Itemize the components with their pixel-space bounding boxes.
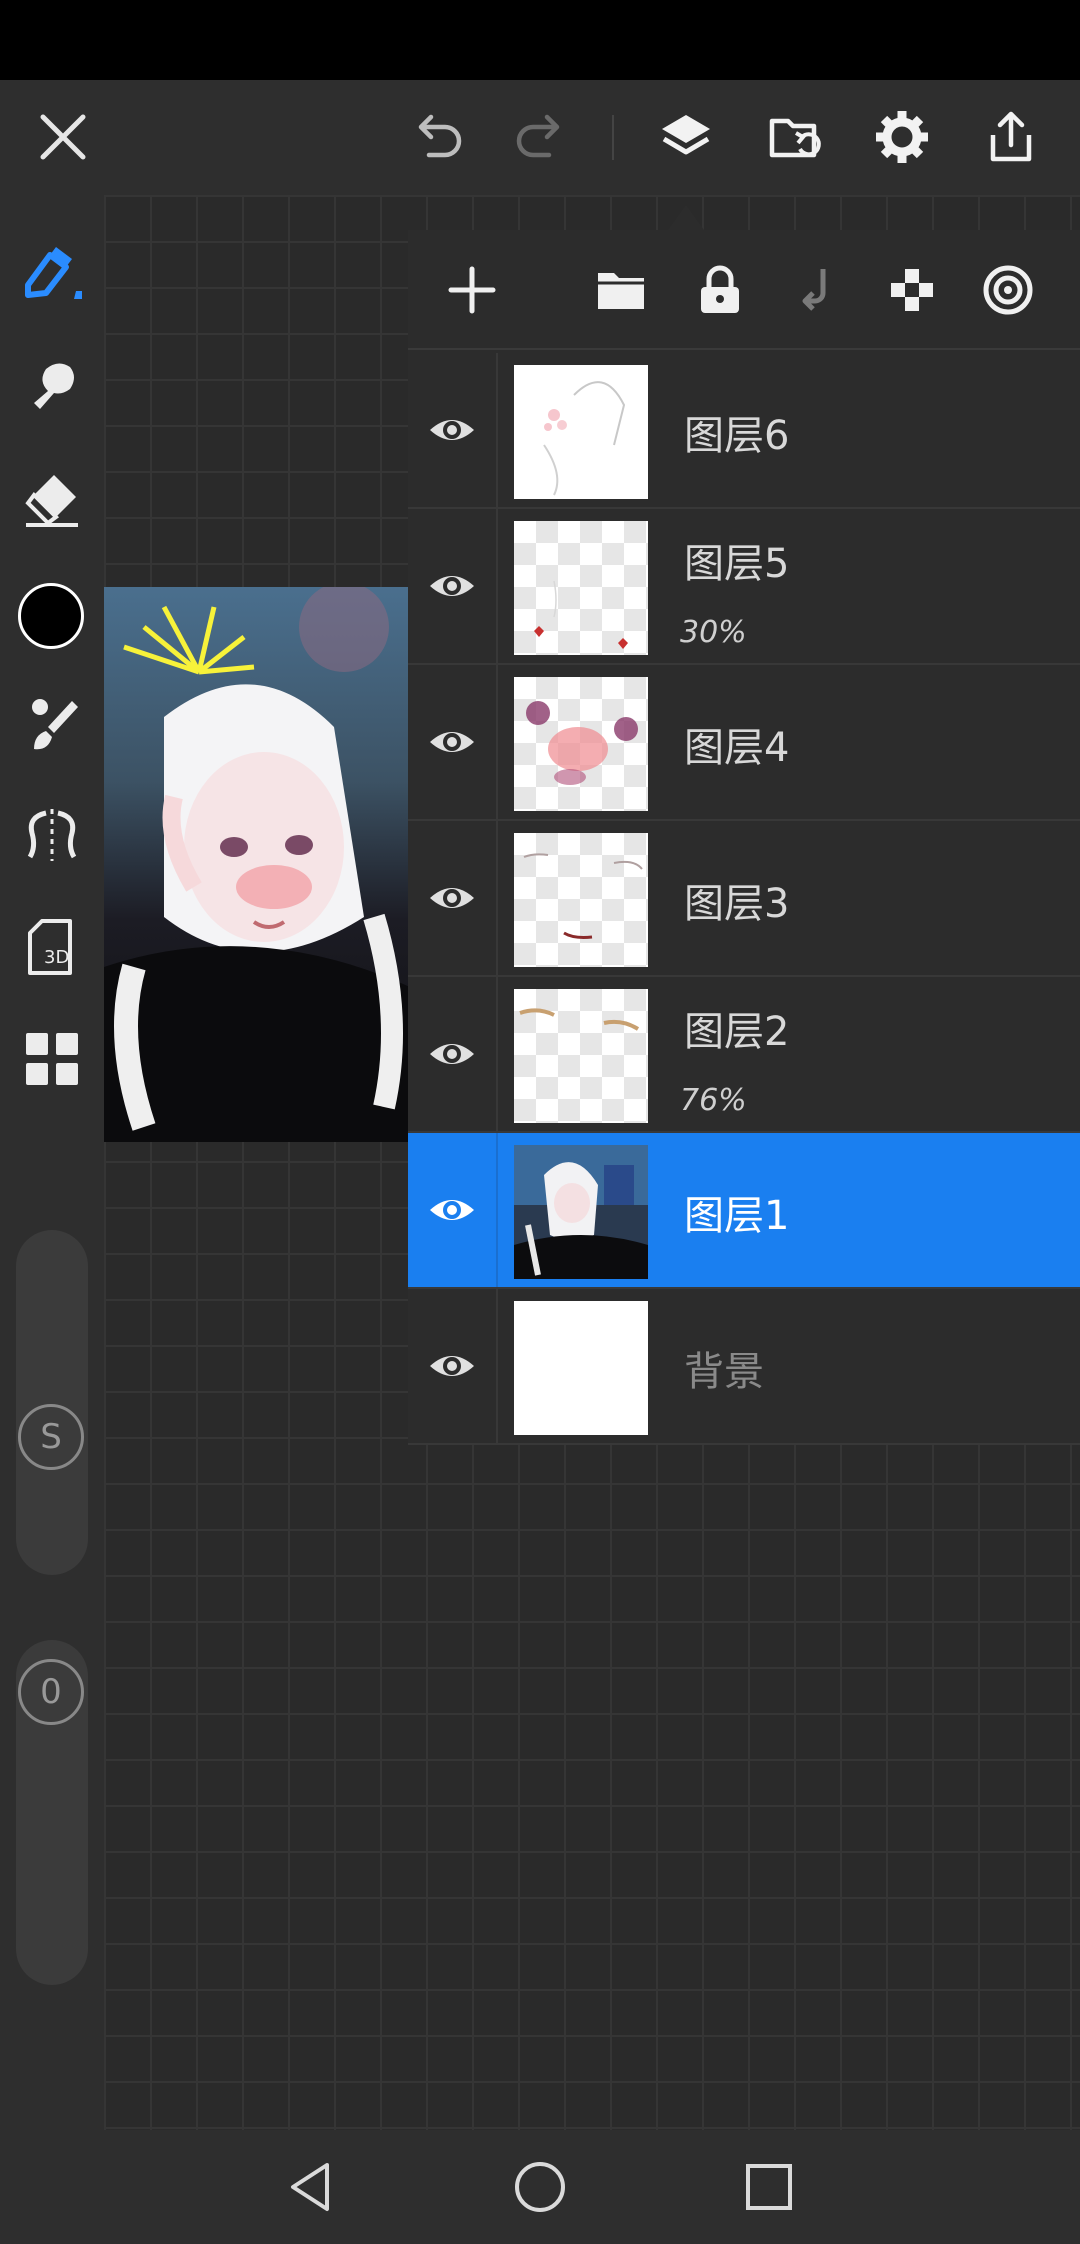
color-swatch[interactable] [18,583,84,649]
status-bar [0,0,1080,80]
back-icon[interactable] [281,2157,341,2217]
opacity-slider-knob[interactable]: 0 [18,1659,84,1725]
transparency-icon[interactable] [882,260,942,320]
merge-down-icon[interactable] [786,260,846,320]
layer-thumbnail [514,1301,648,1435]
eye-icon[interactable] [408,1133,498,1287]
eye-icon[interactable] [408,821,498,975]
layer-thumbnail [514,521,648,655]
layer-row-3[interactable]: 图层3 [408,821,1080,977]
eye-icon[interactable] [408,353,498,507]
layer-name: 背景 [684,1349,764,1395]
recents-icon[interactable] [739,2157,799,2217]
3d-icon[interactable]: 3D [12,907,92,987]
share-icon[interactable] [976,102,1046,172]
smudge-icon[interactable] [12,345,92,425]
layer-opacity: 30% [680,615,747,650]
layer-name: 图层6 [684,413,790,459]
layer-row-1[interactable]: 图层1 [408,1133,1080,1289]
target-icon[interactable] [978,260,1038,320]
layer-row-5[interactable]: 图层5 30% [408,509,1080,665]
layers-panel-toolbar [408,230,1080,350]
eye-icon[interactable] [408,509,498,663]
layer-row-4[interactable]: 图层4 [408,665,1080,821]
top-toolbar [0,80,1080,195]
artwork-canvas[interactable] [104,587,410,1142]
symmetry-icon[interactable] [12,795,92,875]
layer-row-background[interactable]: 背景 [408,1289,1080,1445]
layer-thumbnail [514,1145,648,1279]
left-toolbar: 3D S 0 [0,195,104,2130]
layer-thumbnail [514,365,648,499]
layer-thumbnail [514,989,648,1123]
home-icon[interactable] [510,2157,570,2217]
redo-icon[interactable] [504,102,574,172]
layers-icon[interactable] [651,102,721,172]
size-slider[interactable] [16,1230,88,1575]
layer-name: 图层3 [684,881,790,927]
eye-icon[interactable] [408,1289,498,1443]
lock-icon[interactable] [690,260,750,320]
layer-name: 图层1 [684,1193,790,1239]
brush-settings-icon[interactable] [12,685,92,765]
eye-icon[interactable] [408,977,498,1131]
grid-icon[interactable] [12,1019,92,1099]
pen-icon[interactable] [12,233,92,313]
close-icon[interactable] [28,102,98,172]
size-slider-knob[interactable]: S [18,1404,84,1470]
layer-name: 图层5 [684,541,790,587]
svg-text:3D: 3D [44,947,69,968]
undo-icon[interactable] [404,102,474,172]
eye-icon[interactable] [408,665,498,819]
add-icon[interactable] [442,260,502,320]
layer-row-6[interactable]: 图层6 [408,353,1080,509]
eraser-icon[interactable] [12,459,92,539]
layer-row-2[interactable]: 图层2 76% [408,977,1080,1133]
system-nav-bar [0,2130,1080,2244]
gear-icon[interactable] [867,102,937,172]
layer-thumbnail [514,833,648,967]
folder-icon[interactable] [591,260,651,320]
layer-name: 图层4 [684,725,790,771]
layer-thumbnail [514,677,648,811]
layer-name: 图层2 [684,1009,790,1055]
layers-panel: 图层6 图层5 30% 图层4 图层3 图层2 76% 图层1 背景 [408,230,1080,1445]
import-folder-icon[interactable] [761,102,831,172]
toolbar-divider [612,115,614,160]
layer-opacity: 76% [680,1083,747,1118]
layers-panel-pointer [668,205,704,230]
